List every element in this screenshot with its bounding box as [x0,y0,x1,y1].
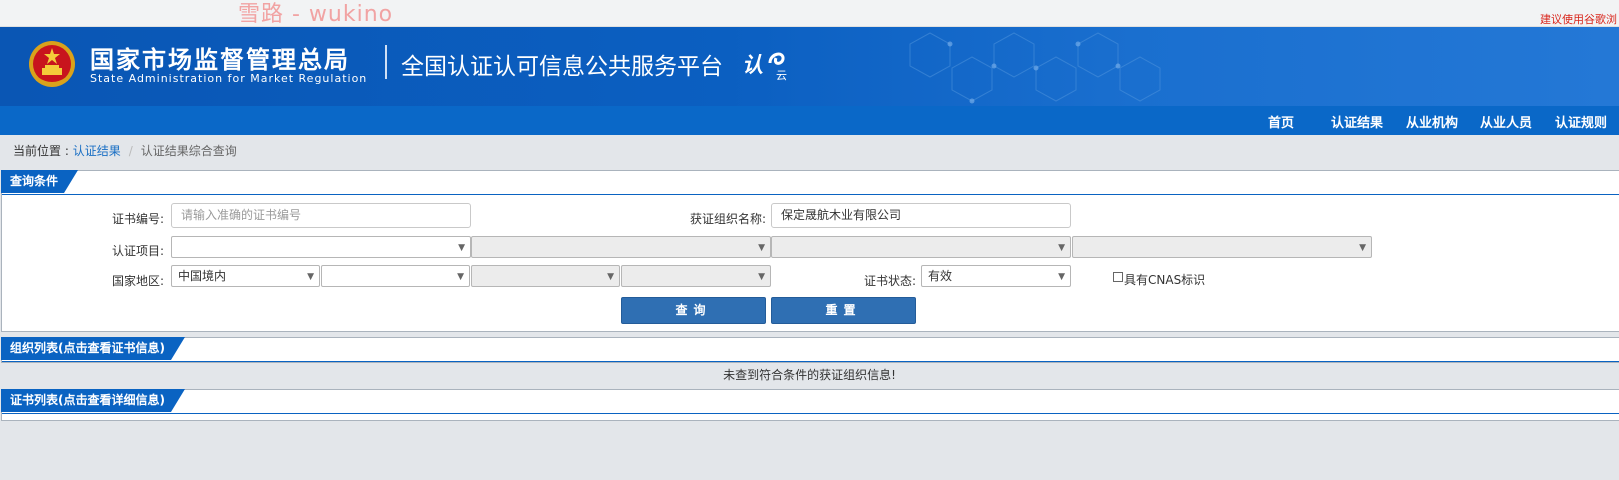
cert-status-label: 证书状态: [864,274,917,288]
renzheng-cloud-logo: 认 云 [742,49,787,82]
cert-project-select-1[interactable]: ▼ [171,236,471,258]
browser-tip: 建议使用谷歌浏 [1540,13,1617,26]
cert-no-label: 证书编号: [112,212,165,226]
org-list-panel: 组织列表(点击查看证书信息) [1,337,1619,363]
region-select-district: ▼ [621,265,771,287]
main-navbar: 首页 认证结果 从业机构 从业人员 认证规则 [0,106,1619,135]
agency-name-cn: 国家市场监督管理总局 [90,46,350,74]
chevron-down-icon: ▼ [1058,243,1065,253]
org-name-label: 获证组织名称: [690,212,767,226]
cert-project-select-4: ▼ [1072,236,1372,258]
breadcrumb-prefix: 当前位置 : [13,144,73,158]
org-name-input[interactable]: 保定晟航木业有限公司 [771,203,1071,228]
national-emblem-icon [29,41,75,87]
hexagon-pattern [909,32,1161,104]
org-list-title: 组织列表(点击查看证书信息) [1,337,185,360]
region-select-city: ▼ [471,265,620,287]
breadcrumb: 当前位置 : 认证结果 / 认证结果综合查询 [13,142,237,159]
region-select-value: 中国境内 [178,269,227,283]
nav-cert-results[interactable]: 认证结果 [1331,112,1383,131]
cnas-checkbox[interactable] [1113,272,1123,282]
cert-no-input[interactable]: 请输入准确的证书编号 [171,203,471,228]
nav-practitioners[interactable]: 从业人员 [1480,112,1532,131]
logo-char-yun: 云 [776,69,787,82]
region-select-country[interactable]: 中国境内 ▼ [171,265,320,287]
cert-list-title: 证书列表(点击查看详细信息) [1,389,185,412]
region-select-province[interactable]: ▼ [321,265,470,287]
nav-cert-rules[interactable]: 认证规则 [1555,112,1607,131]
cert-status-value: 有效 [928,269,953,283]
watermark: 雪路 - wukino [238,2,394,27]
cert-project-select-2: ▼ [471,236,771,258]
chevron-down-icon: ▼ [457,272,464,282]
breadcrumb-current: 认证结果综合查询 [140,144,237,158]
chevron-down-icon: ▼ [458,243,465,253]
panel-title-line [2,413,1619,414]
cnas-checkbox-label: 具有CNAS标识 [1124,273,1206,287]
reset-button[interactable]: 重置 [771,297,916,324]
panel-title-line [2,361,1619,362]
cert-list-panel: 证书列表(点击查看详细信息) [1,389,1619,421]
chevron-down-icon: ▼ [607,272,614,282]
search-button[interactable]: 查询 [621,297,766,324]
header-banner: 国家市场监督管理总局 State Administration for Mark… [0,27,1619,106]
agency-name-en: State Administration for Market Regulati… [90,72,368,85]
cert-project-select-3: ▼ [771,236,1071,258]
breadcrumb-link-cert-results[interactable]: 认证结果 [73,144,121,158]
chevron-down-icon: ▼ [1058,272,1065,282]
chevron-down-icon: ▼ [307,272,314,282]
platform-title: 全国认证认可信息公共服务平台 [401,54,723,80]
cert-project-label: 认证项目: [112,244,165,258]
cert-status-select[interactable]: 有效 ▼ [921,265,1071,287]
chevron-down-icon: ▼ [758,272,765,282]
nav-institutions[interactable]: 从业机构 [1406,112,1458,131]
chevron-down-icon: ▼ [1359,243,1366,253]
breadcrumb-separator: / [128,144,133,158]
panel-title-line [2,194,1619,195]
region-label: 国家地区: [112,274,165,288]
query-panel-title: 查询条件 [1,170,78,193]
logo-char-ren: 认 [742,53,763,77]
nav-home[interactable]: 首页 [1268,112,1294,131]
chevron-down-icon: ▼ [758,243,765,253]
header-divider [385,45,387,79]
org-list-empty-message: 未查到符合条件的获证组织信息! [723,368,896,382]
